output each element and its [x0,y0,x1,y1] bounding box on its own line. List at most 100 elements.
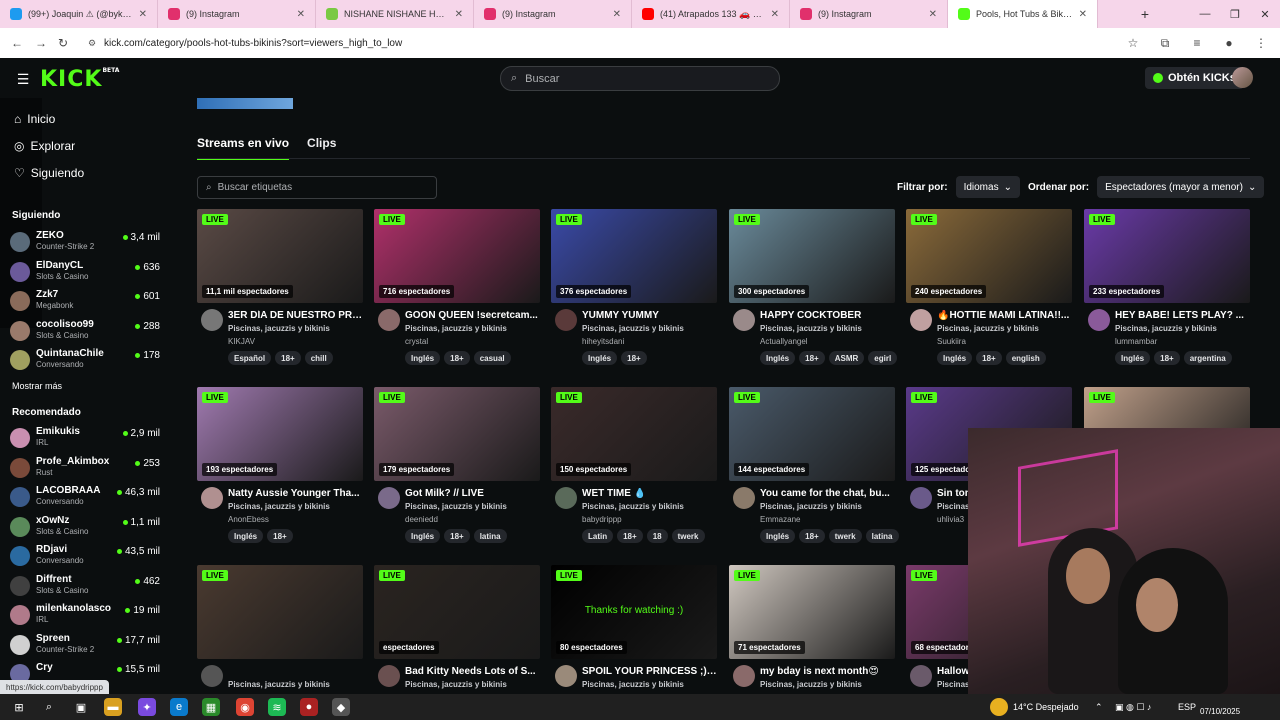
browser-tab[interactable]: NISHANE NISHANE HUNDRED ✕ [316,0,474,28]
profile-icon[interactable]: ● [1218,32,1240,54]
reload-icon[interactable]: ↻ [52,32,74,54]
stream-thumbnail[interactable]: LIVE 150 espectadores [551,387,717,481]
stream-category[interactable]: Piscinas, jacuzzis y bikinis [937,324,1039,333]
spotify-icon[interactable]: ≋ [268,698,286,716]
streamer-avatar[interactable] [378,309,400,331]
sort-select[interactable]: Espectadores (mayor a menor) ⌄ [1097,176,1265,198]
stream-category[interactable]: Piscinas, jacuzzis y bikinis [228,502,330,511]
stream-title[interactable]: Got Milk? // LIVE [405,488,540,499]
tab-clips[interactable]: Clips [307,136,336,160]
tab-close-icon[interactable]: ✕ [1079,9,1087,20]
browser-tab[interactable]: Pools, Hot Tubs & Bikinis S ✕ [948,0,1098,28]
streamer-avatar[interactable] [555,487,577,509]
sidebar-nav-home[interactable]: ⌂ Inicio [14,112,55,126]
stream-tag[interactable]: casual [473,351,511,365]
stream-card[interactable]: LIVE 716 espectadores GOON QUEEN !secretca… [374,209,540,379]
windows-start-icon[interactable]: ⊞ [10,698,28,716]
task-view-icon[interactable]: ▣ [72,698,90,716]
sidebar-channel[interactable]: xOwNz Slots & Casino 1,1 mil [10,513,160,541]
store-icon[interactable]: ▦ [202,698,220,716]
stream-thumbnail[interactable]: LIVE 233 espectadores [1084,209,1250,303]
stream-card[interactable]: LIVE 193 espectadores Natty Aussie Younger… [197,387,363,557]
restore-icon[interactable]: ❐ [1220,0,1250,28]
streamer-name[interactable]: Suukiira [937,337,966,346]
tab-close-icon[interactable]: ✕ [455,9,463,20]
forward-icon[interactable]: → [30,32,52,54]
sidebar-channel[interactable]: Diffrent Slots & Casino 462 [10,572,160,600]
stream-category[interactable]: Piscinas, jacuzzis y bikinis [760,502,862,511]
menu-icon[interactable]: ☰ [12,68,34,90]
streamer-name[interactable]: deeniedd [405,515,438,524]
stream-card[interactable]: LIVE 240 espectadores 🔥HOTTIE MAMI LATINA!… [906,209,1072,379]
stream-tag[interactable]: 18+ [621,351,647,365]
streamer-name[interactable]: lummambar [1115,337,1157,346]
stream-card[interactable]: LIVE espectadores Bad Kitty Needs Lots of … [374,565,540,694]
stream-tag[interactable]: 18 [646,529,668,543]
stream-title[interactable]: WET TIME 💧 [582,488,717,499]
extensions-icon[interactable]: ⧉ [1154,32,1176,54]
stream-category[interactable]: Piscinas, jacuzzis y bikinis [760,324,862,333]
stream-tag[interactable]: Inglés [760,529,796,543]
streamer-avatar[interactable] [201,309,223,331]
stream-thumbnail[interactable]: LIVE 179 espectadores [374,387,540,481]
tab-live-streams[interactable]: Streams en vivo [197,136,290,160]
stream-category[interactable]: Piscinas, jacuzzis y bikinis [228,324,330,333]
stream-tag[interactable]: twerk [671,529,705,543]
stream-tag[interactable]: latina [865,529,899,543]
sidebar-channel[interactable]: milenkanolasco IRL 19 mil [10,601,160,629]
streamer-name[interactable]: Emmazane [760,515,800,524]
stream-title[interactable]: Natty Aussie Younger Tha... [228,488,363,499]
stream-tag[interactable]: egirl [868,351,898,365]
sidebar-channel[interactable]: Spreen Counter-Strike 2 17,7 mil [10,631,160,659]
stream-tag[interactable]: 18+ [444,529,470,543]
show-more-button[interactable]: Mostrar más [12,381,62,391]
chrome-icon[interactable]: ◉ [236,698,254,716]
tab-close-icon[interactable]: ✕ [929,9,937,20]
stream-title[interactable]: GOON QUEEN !secretcam... [405,310,540,321]
stream-tag[interactable]: english [1005,351,1046,365]
sidebar-channel[interactable]: Zzk7 Megabonk 601 [10,287,160,315]
browser-tab[interactable]: (99+) Joaquin ⚠ (@bykingcl) | ✕ [0,0,158,28]
streamer-avatar[interactable] [733,309,755,331]
language-filter-select[interactable]: Idiomas ⌄ [955,176,1020,198]
stream-card[interactable]: LIVE 233 espectadores HEY BABE! LETS PLAY?… [1084,209,1250,379]
stream-card[interactable]: LIVE 179 espectadores Got Milk? // LIVE Pis… [374,387,540,557]
stream-tag[interactable]: Inglés [405,351,441,365]
stream-tag[interactable]: 18+ [799,529,825,543]
streamer-avatar[interactable] [910,309,932,331]
stream-title[interactable]: my bday is next month😍 [760,666,895,677]
user-avatar[interactable] [1232,67,1253,88]
sidebar-channel[interactable]: QuintanaChile Conversando 178 [10,346,160,374]
browser-tab[interactable]: (9) Instagram ✕ [474,0,632,28]
tab-close-icon[interactable]: ✕ [771,9,779,20]
streamer-avatar[interactable] [1088,309,1110,331]
stream-title[interactable]: You came for the chat, bu... [760,488,895,499]
sidebar-nav-heart[interactable]: ♡ Siguiendo [14,166,84,180]
streamer-name[interactable]: crystal [405,337,428,346]
tab-close-icon[interactable]: ✕ [297,9,305,20]
search-input[interactable]: ⌕ Buscar [500,66,780,91]
streamer-avatar[interactable] [910,665,932,687]
new-tab-button[interactable]: + [1135,0,1155,28]
streamer-avatar[interactable] [733,665,755,687]
stream-tag[interactable]: ASMR [828,351,865,365]
stream-tag[interactable]: argentina [1183,351,1232,365]
stream-category[interactable]: Piscinas, jacuzzis y bikinis [582,324,684,333]
streamer-avatar[interactable] [555,665,577,687]
stream-thumbnail[interactable]: LIVE espectadores [374,565,540,659]
stream-tag[interactable]: Inglés [405,529,441,543]
stream-card[interactable]: LIVE 71 espectadores my bday is next month… [729,565,895,694]
weather-text[interactable]: 14°C Despejado [1013,702,1079,712]
stream-thumbnail[interactable]: LIVE 144 espectadores [729,387,895,481]
back-icon[interactable]: ← [6,32,28,54]
stream-thumbnail[interactable]: LIVE 240 espectadores [906,209,1072,303]
obs-icon[interactable]: ● [300,698,318,716]
kick-logo[interactable]: KICKBETA [40,67,119,92]
stream-tag[interactable]: 18+ [799,351,825,365]
stream-thumbnail[interactable]: LIVE 193 espectadores [197,387,363,481]
stream-title[interactable]: SPOIL YOUR PRINCESS ;) ... [582,666,717,677]
stream-title[interactable]: Bad Kitty Needs Lots of S... [405,666,540,677]
search-icon[interactable]: ⌕ [40,698,58,716]
streamer-avatar[interactable] [378,665,400,687]
tray-chevron-icon[interactable]: ⌃ [1095,702,1103,713]
